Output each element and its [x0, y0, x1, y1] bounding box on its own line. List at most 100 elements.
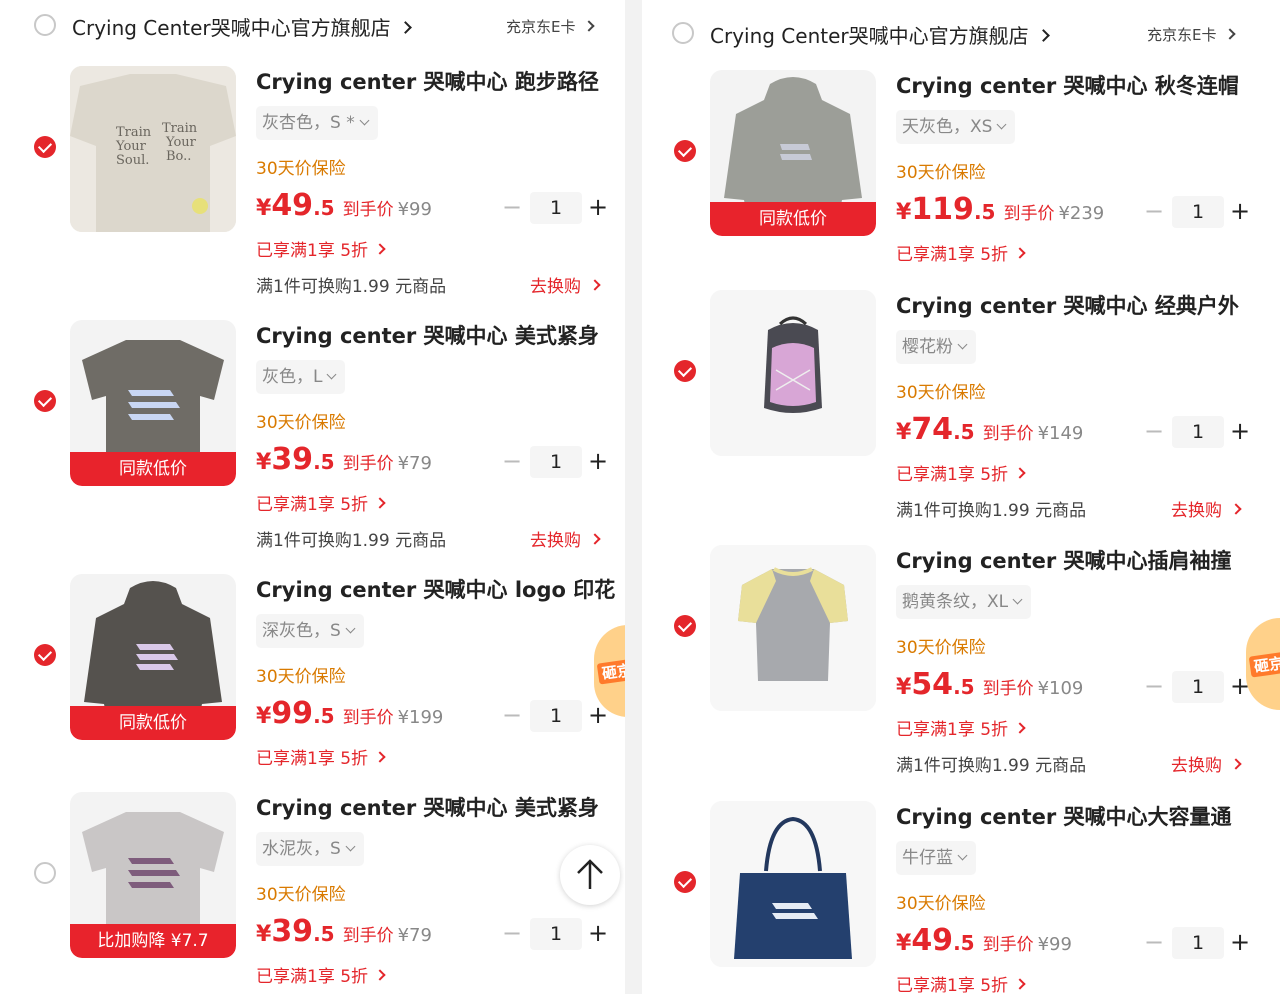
quantity-input[interactable]: 1: [1172, 927, 1224, 959]
price-decimal: .5: [953, 675, 975, 699]
item-select-radio[interactable]: [674, 871, 696, 893]
variant-selector[interactable]: 天灰色，XS: [896, 110, 1016, 144]
product-title[interactable]: Crying center 哭喊中心 logo 印花: [256, 574, 615, 604]
quantity-input[interactable]: 1: [530, 700, 582, 732]
decrease-button[interactable]: −: [498, 700, 526, 732]
item-select-radio[interactable]: [34, 644, 56, 666]
promo-link[interactable]: 已享满1享 5折: [896, 971, 1026, 994]
product-image[interactable]: 比加购降 ¥7.7: [70, 792, 236, 958]
item-select-radio[interactable]: [674, 140, 696, 162]
variant-selector[interactable]: 牛仔蓝: [896, 841, 976, 875]
cart-item: Train Train Your Your Soul. Bo.. Crying …: [0, 66, 625, 297]
chevron-right-icon: [1014, 978, 1026, 990]
promo-link[interactable]: 已享满1享 5折: [896, 240, 1026, 265]
increase-button[interactable]: +: [1226, 416, 1254, 448]
arrow-up-icon: [577, 859, 603, 889]
price-decimal: .5: [313, 704, 335, 728]
increase-button[interactable]: +: [584, 918, 612, 950]
decrease-button[interactable]: −: [1140, 196, 1168, 228]
price-decimal: .5: [313, 196, 335, 220]
increase-button[interactable]: +: [1226, 927, 1254, 959]
decrease-button[interactable]: −: [1140, 927, 1168, 959]
variant-selector[interactable]: 水泥灰，S: [256, 832, 364, 866]
product-image[interactable]: 同款低价: [70, 320, 236, 486]
product-title[interactable]: Crying center 哭喊中心 秋冬连帽: [896, 70, 1239, 100]
chevron-down-icon: [345, 841, 356, 852]
item-select-radio[interactable]: [34, 862, 56, 884]
product-title[interactable]: Crying center 哭喊中心 美式紧身: [256, 792, 599, 822]
promo-link[interactable]: 已享满1享 5折: [256, 962, 386, 987]
chevron-right-icon: [1230, 758, 1242, 770]
promo-link[interactable]: 已享满1享 5折: [896, 715, 1026, 740]
original-price: ¥239: [1058, 203, 1105, 224]
product-image[interactable]: 同款低价: [710, 70, 876, 236]
product-title[interactable]: Crying center 哭喊中心大容量通: [896, 801, 1232, 831]
price-decimal: .5: [953, 931, 975, 955]
decrease-button[interactable]: −: [1140, 416, 1168, 448]
promo-link[interactable]: 已享满1享 5折: [256, 744, 386, 769]
quantity-input[interactable]: 1: [1172, 196, 1224, 228]
increase-button[interactable]: +: [584, 446, 612, 478]
decrease-button[interactable]: −: [498, 192, 526, 224]
variant-selector[interactable]: 灰杏色，S *: [256, 106, 378, 140]
decrease-button[interactable]: −: [498, 446, 526, 478]
shop-select-radio[interactable]: [672, 22, 694, 44]
quantity-input[interactable]: 1: [530, 446, 582, 478]
swap-link[interactable]: 去换购: [530, 272, 601, 297]
price: ¥39.5 到手价 ¥79: [256, 914, 432, 949]
product-badge: 比加购降 ¥7.7: [70, 924, 236, 958]
promo-link[interactable]: 已享满1享 5折: [256, 236, 386, 261]
shop-header: Crying Center哭喊中心官方旗舰店 充京东E卡: [642, 14, 1280, 50]
shop-name-link[interactable]: Crying Center哭喊中心官方旗舰店: [710, 20, 1050, 49]
chevron-down-icon: [345, 623, 356, 634]
variant-selector[interactable]: 樱花粉: [896, 330, 976, 364]
quantity-input[interactable]: 1: [1172, 671, 1224, 703]
price-integer: 39: [271, 914, 314, 949]
product-title[interactable]: Crying center 哭喊中心 跑步路径: [256, 66, 599, 96]
quantity-input[interactable]: 1: [530, 192, 582, 224]
product-image[interactable]: [710, 290, 876, 456]
shop-tag-link[interactable]: 充京东E卡: [506, 16, 596, 37]
price-insurance-label: 30天价保险: [256, 667, 346, 687]
quantity-input[interactable]: 1: [530, 918, 582, 950]
shop-tag-link[interactable]: 充京东E卡: [1147, 24, 1237, 45]
decrease-button[interactable]: −: [498, 918, 526, 950]
price-label: 到手价: [342, 454, 394, 474]
swap-link[interactable]: 去换购: [1171, 751, 1242, 776]
item-select-radio[interactable]: [674, 615, 696, 637]
quantity-input[interactable]: 1: [1172, 416, 1224, 448]
increase-button[interactable]: +: [584, 192, 612, 224]
item-select-radio[interactable]: [34, 390, 56, 412]
shop-name-link[interactable]: Crying Center哭喊中心官方旗舰店: [72, 12, 412, 41]
variant-selector[interactable]: 深灰色，S: [256, 614, 364, 648]
price-label: 到手价: [982, 424, 1034, 444]
product-title[interactable]: Crying center 哭喊中心插肩袖撞: [896, 545, 1232, 575]
price-currency: ¥: [896, 420, 912, 445]
shop-select-radio[interactable]: [34, 14, 56, 36]
product-image[interactable]: [710, 801, 876, 967]
promo-link[interactable]: 已享满1享 5折: [256, 490, 386, 515]
variant-label: 鹅黄条纹，XL: [902, 592, 1009, 612]
product-image[interactable]: 同款低价: [70, 574, 236, 740]
variant-selector[interactable]: 灰色，L: [256, 360, 346, 394]
chevron-right-icon: [1230, 503, 1242, 515]
product-image[interactable]: [710, 545, 876, 711]
original-price: ¥109: [1037, 678, 1084, 699]
item-select-radio[interactable]: [34, 136, 56, 158]
product-image[interactable]: Train Train Your Your Soul. Bo..: [70, 66, 236, 232]
price-label: 到手价: [982, 679, 1034, 699]
chevron-right-icon: [374, 969, 386, 981]
product-title[interactable]: Crying center 哭喊中心 经典户外: [896, 290, 1239, 320]
product-title[interactable]: Crying center 哭喊中心 美式紧身: [256, 320, 599, 350]
item-select-radio[interactable]: [674, 360, 696, 382]
shop-name: Crying Center哭喊中心官方旗舰店: [72, 16, 391, 40]
variant-label: 深灰色，S: [262, 621, 341, 641]
swap-link[interactable]: 去换购: [530, 526, 601, 551]
promo-link[interactable]: 已享满1享 5折: [896, 460, 1026, 485]
decrease-button[interactable]: −: [1140, 671, 1168, 703]
swap-link[interactable]: 去换购: [1171, 496, 1242, 521]
scroll-top-button[interactable]: [560, 845, 620, 905]
variant-selector[interactable]: 鹅黄条纹，XL: [896, 585, 1032, 619]
price-insurance-label: 30天价保险: [256, 413, 346, 433]
increase-button[interactable]: +: [1226, 196, 1254, 228]
